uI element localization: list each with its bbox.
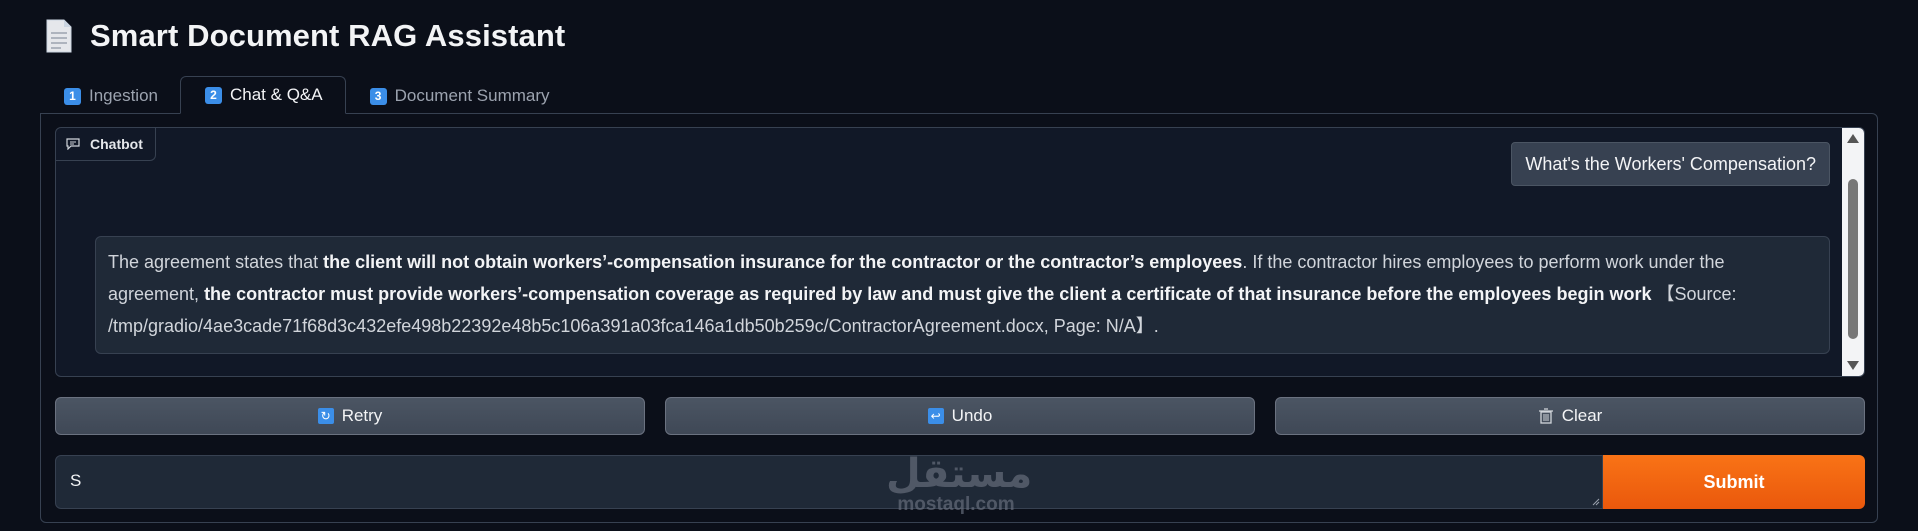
scroll-thumb[interactable] xyxy=(1848,179,1858,339)
trash-icon xyxy=(1538,408,1553,424)
keycap-2-icon: 2 xyxy=(205,86,222,104)
tab-label: Ingestion xyxy=(89,86,158,105)
scroll-up-icon[interactable] xyxy=(1847,134,1859,143)
tab-document-summary[interactable]: 3 Document Summary xyxy=(346,78,572,114)
chat-actions: ↻ Retry ↩ Undo Clear xyxy=(55,397,1865,435)
undo-label: Undo xyxy=(951,406,993,425)
keycap-3-icon: 3 xyxy=(369,87,387,105)
message-input-value: S xyxy=(70,471,82,490)
chatbot-label-text: Chatbot xyxy=(90,136,143,152)
chatbot-label: Chatbot xyxy=(56,128,156,161)
tab-ingestion[interactable]: 1 Ingestion xyxy=(40,78,180,114)
retry-label: Retry xyxy=(341,406,383,425)
bot-message: The agreement states that the client wil… xyxy=(95,236,1830,354)
resize-handle-icon[interactable] xyxy=(1592,498,1600,506)
chat-bubble-icon xyxy=(66,138,80,150)
retry-button[interactable]: ↻ Retry xyxy=(55,397,645,435)
keycap-1-icon: 1 xyxy=(64,87,81,105)
chat-scrollbar[interactable] xyxy=(1842,128,1864,376)
tab-label: Document Summary xyxy=(394,86,550,105)
tab-chat-qa[interactable]: 2 Chat & Q&A xyxy=(180,76,346,114)
scroll-down-icon[interactable] xyxy=(1847,361,1859,370)
clear-label: Clear xyxy=(1561,406,1603,425)
document-icon xyxy=(46,19,72,53)
undo-button[interactable]: ↩ Undo xyxy=(665,397,1255,435)
bot-message-text: The agreement states that xyxy=(108,252,324,272)
user-message: What's the Workers' Compensation? xyxy=(1511,142,1830,186)
message-input[interactable]: S xyxy=(55,455,1603,509)
tab-bar: 1 Ingestion 2 Chat & Q&A 3 Document Summ… xyxy=(40,76,572,114)
page-title: Smart Document RAG Assistant xyxy=(90,18,566,53)
undo-icon: ↩ xyxy=(927,408,944,424)
header: Smart Document RAG Assistant xyxy=(46,14,565,58)
retry-icon: ↻ xyxy=(317,408,334,424)
clear-button[interactable]: Clear xyxy=(1275,397,1865,435)
message-composer: S Submit xyxy=(55,455,1865,509)
bot-message-bold: the contractor must provide workers’-com… xyxy=(204,284,1652,304)
tab-label: Chat & Q&A xyxy=(230,85,323,104)
submit-button[interactable]: Submit xyxy=(1603,455,1865,509)
chatbot: Chatbot What's the Workers' Compensation… xyxy=(55,127,1865,377)
bot-message-bold: the client will not obtain workers’-comp… xyxy=(323,252,1243,272)
